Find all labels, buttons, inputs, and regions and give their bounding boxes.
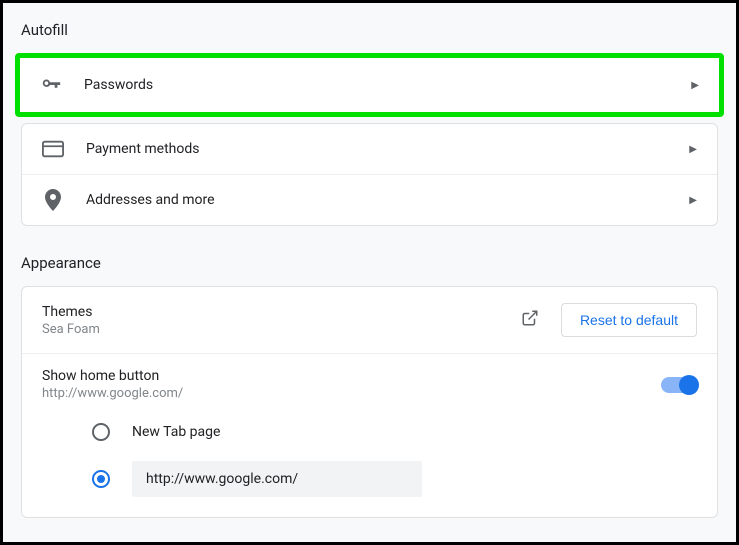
passwords-label: Passwords <box>84 77 691 93</box>
appearance-section-title: Appearance <box>3 226 736 286</box>
radio-custom[interactable] <box>92 470 110 488</box>
location-icon <box>42 189 64 211</box>
chevron-right-icon: ▶ <box>691 80 699 91</box>
show-home-button-label: Show home button <box>42 368 661 384</box>
appearance-card: Themes Sea Foam Reset to default Show ho… <box>21 286 718 518</box>
home-button-radio-group: New Tab page <box>22 407 717 517</box>
themes-value: Sea Foam <box>42 322 521 337</box>
card-icon <box>42 138 64 160</box>
chevron-right-icon: ▶ <box>689 195 697 206</box>
radio-newtab[interactable] <box>92 423 110 441</box>
autofill-card: Payment methods ▶ Addresses and more ▶ <box>21 123 718 226</box>
show-home-button-row: Show home button http://www.google.com/ <box>22 354 717 407</box>
key-icon <box>40 74 62 96</box>
custom-url-input[interactable] <box>132 461 422 497</box>
passwords-highlight: Passwords ▶ <box>15 53 724 117</box>
open-external-icon[interactable] <box>521 309 539 331</box>
reset-to-default-button[interactable]: Reset to default <box>561 303 697 337</box>
autofill-section-title: Autofill <box>3 3 736 53</box>
passwords-row[interactable]: Passwords ▶ <box>20 58 719 112</box>
radio-custom-row[interactable] <box>92 451 697 507</box>
payment-methods-label: Payment methods <box>86 141 689 157</box>
radio-newtab-label: New Tab page <box>132 424 220 440</box>
addresses-row[interactable]: Addresses and more ▶ <box>22 175 717 225</box>
chevron-right-icon: ▶ <box>689 144 697 155</box>
addresses-label: Addresses and more <box>86 192 689 208</box>
themes-row: Themes Sea Foam Reset to default <box>22 287 717 354</box>
show-home-button-value: http://www.google.com/ <box>42 386 661 401</box>
payment-methods-row[interactable]: Payment methods ▶ <box>22 124 717 175</box>
show-home-button-toggle[interactable] <box>661 377 697 393</box>
themes-label: Themes <box>42 304 521 320</box>
radio-newtab-row[interactable]: New Tab page <box>92 413 697 451</box>
